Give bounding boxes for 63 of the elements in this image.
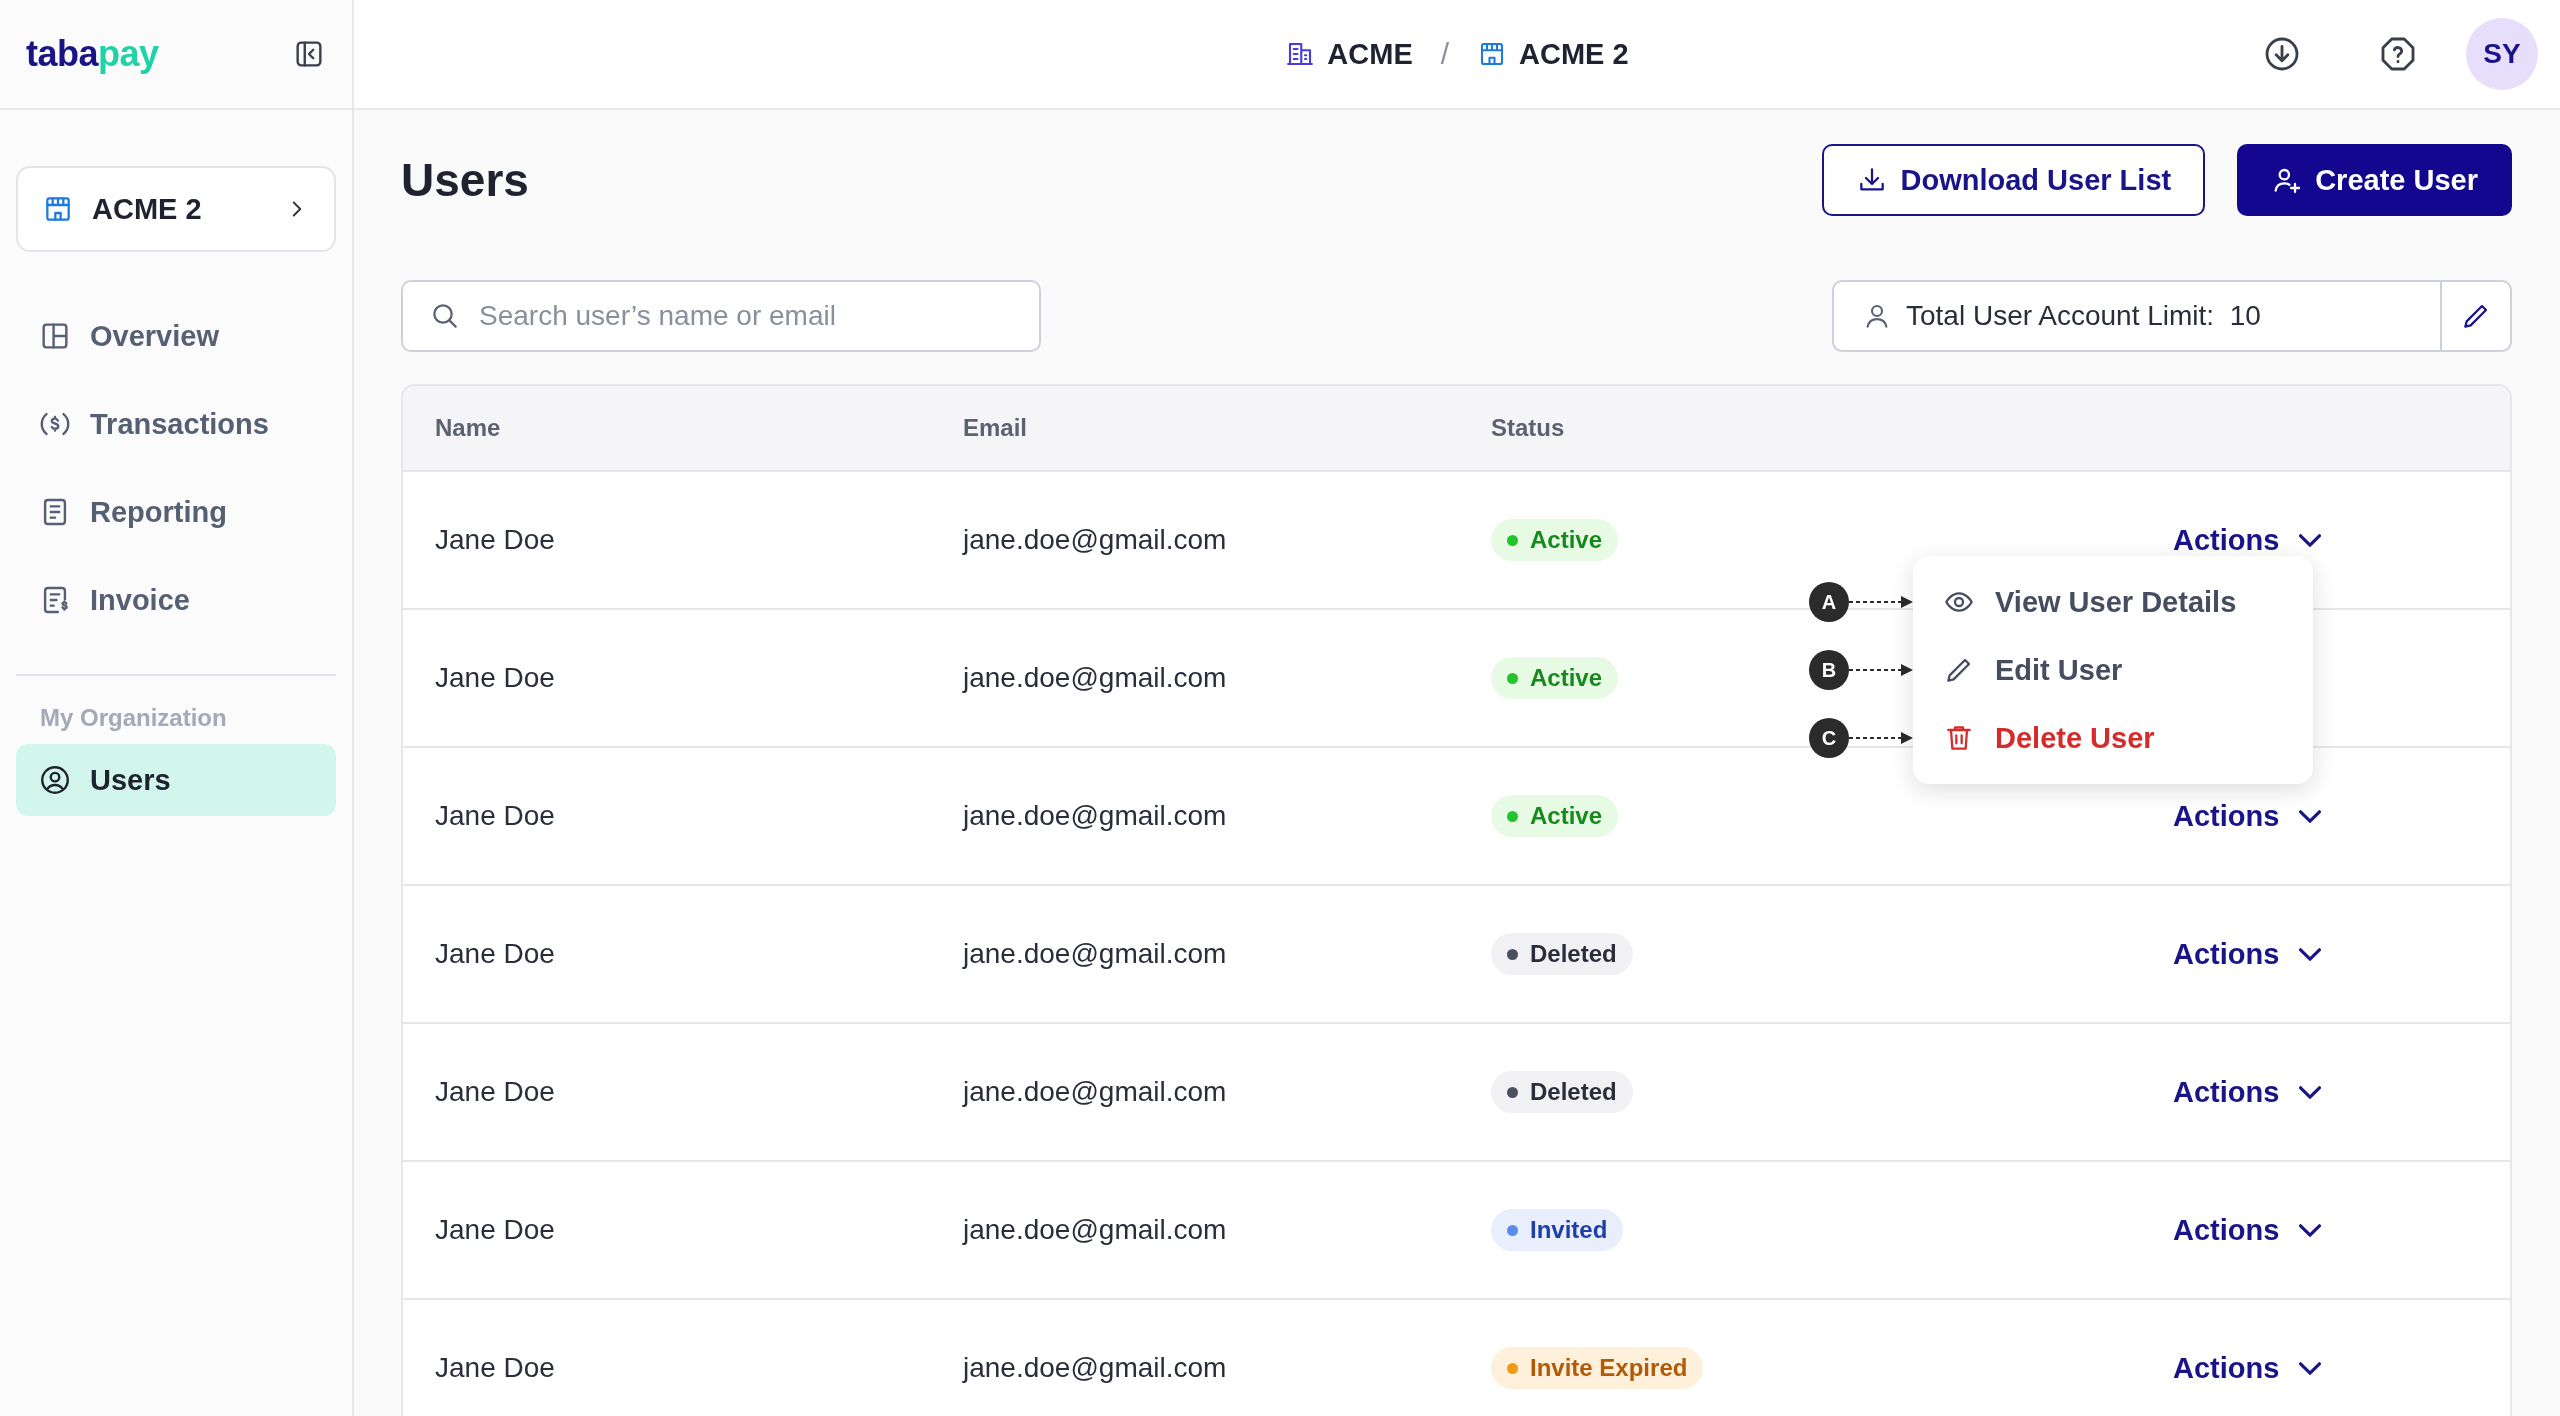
leader-arrow — [1849, 662, 1913, 678]
status-badge: Deleted — [1491, 1071, 1633, 1113]
breadcrumb-separator: / — [1440, 37, 1450, 71]
sidebar-item[interactable]: Users — [16, 744, 336, 816]
column-header: Email — [963, 414, 1029, 442]
user-avatar[interactable]: SY — [2466, 18, 2538, 90]
chevron-down-icon — [2299, 947, 2322, 961]
table-cell-text: jane.doe@gmail.com — [963, 524, 1228, 556]
sidebar-item[interactable]: Transactions — [16, 388, 336, 460]
table-cell-text: jane.doe@gmail.com — [963, 800, 1228, 832]
menu-item[interactable]: Delete User — [1913, 704, 2313, 772]
actions-dropdown[interactable]: Actions — [2173, 799, 2322, 833]
column-header: Name — [435, 414, 502, 442]
table-cell-text: jane.doe@gmail.com — [963, 938, 1228, 970]
menu-item[interactable]: View User Details — [1913, 568, 2313, 636]
sidebar-item[interactable]: Reporting — [16, 476, 336, 548]
chevron-down-icon — [2299, 1085, 2322, 1099]
annotation-marker: B — [1809, 650, 1849, 690]
table-cell-text: Jane Doe — [435, 1076, 556, 1108]
table-cell-text: Jane Doe — [435, 1214, 556, 1246]
actions-dropdown[interactable]: Actions — [2173, 1351, 2322, 1385]
status-badge: Deleted — [1491, 933, 1633, 975]
leader-arrow — [1849, 594, 1913, 610]
sidebar-item[interactable]: Invoice — [16, 564, 336, 636]
table-cell-text: Jane Doe — [435, 1352, 556, 1384]
status-badge: Invite Expired — [1491, 1347, 1704, 1389]
chevron-down-icon — [2299, 533, 2322, 547]
actions-dropdown[interactable]: Actions — [2173, 1213, 2322, 1247]
page-title: Users — [401, 153, 530, 207]
create-user-button[interactable]: Create User — [2237, 144, 2512, 216]
column-header: Status — [1491, 414, 1566, 442]
status-badge: Active — [1491, 657, 1619, 699]
section-title: My Organization — [39, 704, 228, 733]
actions-dropdown[interactable]: Actions — [2173, 1075, 2322, 1109]
account-limit-text: Total User Account Limit: 10 — [1906, 300, 2261, 332]
table-cell-text: jane.doe@gmail.com — [963, 1352, 1228, 1384]
table-cell-text: Jane Doe — [435, 938, 556, 970]
sidebar-item[interactable]: Overview — [16, 300, 336, 372]
status-badge: Invited — [1491, 1209, 1624, 1251]
actions-dropdown[interactable]: Actions — [2173, 937, 2322, 971]
table-cell-text: jane.doe@gmail.com — [963, 1214, 1228, 1246]
status-badge: Active — [1491, 795, 1619, 837]
download-list-button[interactable]: Download User List — [1822, 144, 2206, 216]
table-cell-text: Jane Doe — [435, 524, 556, 556]
breadcrumb-link[interactable]: ACME 2 — [1477, 37, 1629, 71]
table-cell-text: Jane Doe — [435, 662, 556, 694]
status-badge: Active — [1491, 519, 1619, 561]
actions-dropdown[interactable]: Actions — [2173, 523, 2322, 557]
search-field[interactable]: Search user’s name or email — [401, 280, 1041, 352]
table-cell-text: jane.doe@gmail.com — [963, 662, 1228, 694]
logo: tabapay — [25, 32, 160, 76]
user-circle-icon — [38, 763, 72, 797]
chevron-down-icon — [2299, 1361, 2322, 1375]
breadcrumb-link[interactable]: ACME — [1285, 37, 1413, 71]
leader-arrow — [1849, 730, 1913, 746]
menu-item[interactable]: Edit User — [1913, 636, 2313, 704]
annotation-marker: C — [1809, 718, 1849, 758]
table-cell-text: jane.doe@gmail.com — [963, 1076, 1228, 1108]
chevron-down-icon — [2299, 809, 2322, 823]
organization-selector[interactable]: ACME 2 — [16, 166, 336, 252]
table-cell-text: Jane Doe — [435, 800, 556, 832]
annotation-marker: A — [1809, 582, 1849, 622]
chevron-down-icon — [2299, 1223, 2322, 1237]
